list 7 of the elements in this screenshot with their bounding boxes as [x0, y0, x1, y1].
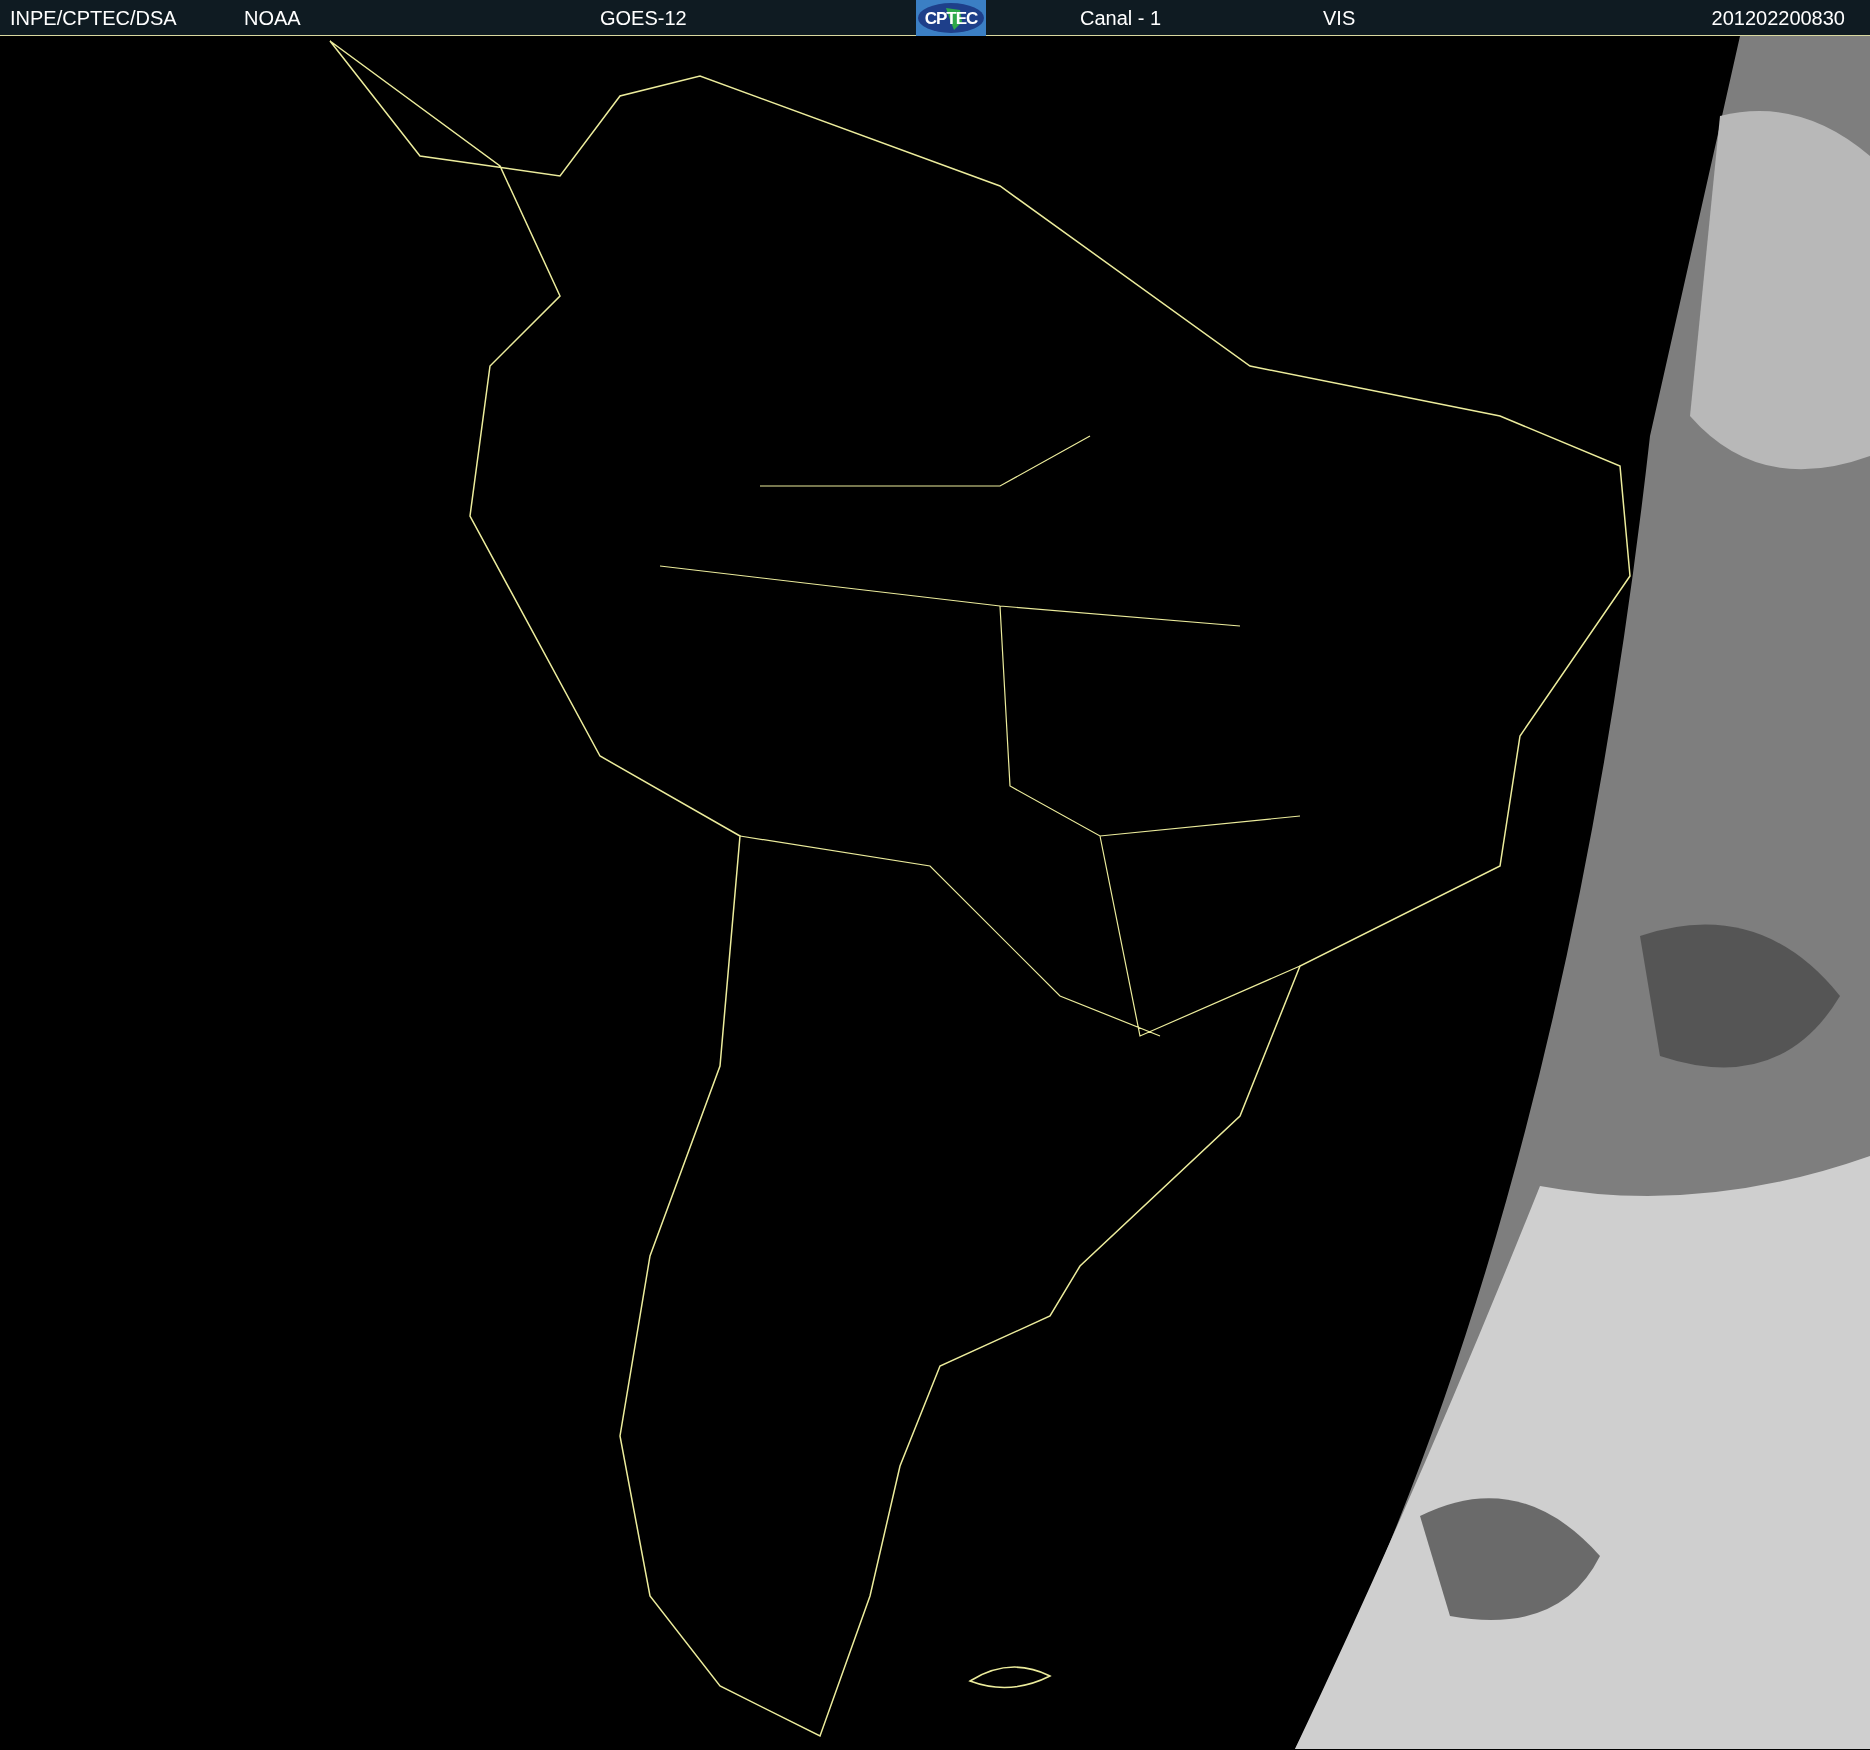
channel-label: Canal - 1	[1080, 8, 1163, 28]
satellite-label: GOES-12	[600, 8, 688, 28]
source-label: NOAA	[244, 8, 302, 28]
agency-label: INPE/CPTEC/DSA	[10, 8, 178, 28]
timestamp-label: 201202200830	[1711, 8, 1845, 28]
logo: CPTEC	[916, 0, 986, 36]
band-label: VIS	[1323, 8, 1357, 28]
